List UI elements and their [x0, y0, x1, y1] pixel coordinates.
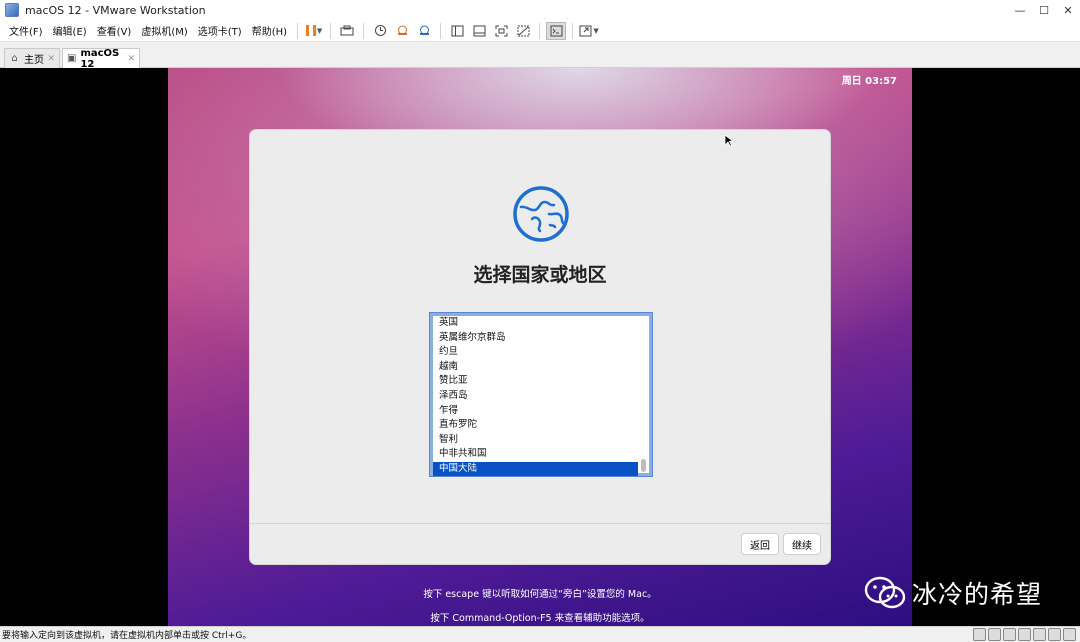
tab-label: macOS 12 — [80, 47, 120, 70]
snapshot-manager-button[interactable] — [414, 22, 434, 40]
toolbar-divider — [572, 22, 574, 39]
sidebar-icon — [451, 25, 464, 36]
close-icon[interactable]: ✕ — [47, 54, 55, 64]
unity-icon — [517, 25, 530, 36]
vm-icon: ▣ — [67, 53, 77, 64]
list-item[interactable]: 约旦 — [433, 345, 649, 360]
thumbnail-view-button[interactable] — [469, 22, 489, 40]
stretch-guest-button[interactable]: ▼ — [579, 22, 599, 40]
revert-snapshot-icon — [397, 25, 407, 35]
list-item[interactable]: 中非共和国 — [433, 447, 649, 462]
tab-macos12[interactable]: ▣ macOS 12 ✕ — [62, 47, 140, 70]
unity-button[interactable] — [513, 22, 533, 40]
chevron-down-icon: ▼ — [593, 26, 599, 35]
macos-setup-screen[interactable]: 周日 03:57 选择国家或地区 英国 英属维尔京群岛 约旦 越南 赞比亚 泽西… — [168, 68, 912, 626]
revert-snapshot-button[interactable] — [392, 22, 412, 40]
list-item[interactable]: 英属维尔京群岛 — [433, 331, 649, 346]
menu-tabs[interactable]: 选项卡(T) — [193, 23, 247, 38]
console-view-button[interactable] — [546, 21, 567, 40]
country-list[interactable]: 英国 英属维尔京群岛 约旦 越南 赞比亚 泽西岛 乍得 直布罗陀 智利 中非共和… — [429, 312, 653, 477]
list-item[interactable]: 乍得 — [433, 404, 649, 419]
pause-icon — [305, 25, 316, 36]
list-item[interactable]: 越南 — [433, 360, 649, 375]
vm-console[interactable]: 周日 03:57 选择国家或地区 英国 英属维尔京群岛 约旦 越南 赞比亚 泽西… — [0, 68, 1080, 626]
list-item[interactable]: 直布罗陀 — [433, 418, 649, 433]
send-ctrl-alt-del-button[interactable] — [337, 22, 357, 40]
close-icon[interactable]: ✕ — [127, 54, 135, 64]
window-titlebar: macOS 12 - VMware Workstation — ☐ ✕ — [0, 0, 1080, 20]
dialog-title: 选择国家或地区 — [473, 264, 607, 286]
toolbar-divider — [363, 22, 365, 39]
home-icon: ⌂ — [11, 53, 18, 64]
hard-disk-icon[interactable] — [973, 628, 986, 641]
tab-bar: ⌂ 主页 ✕ ▣ macOS 12 ✕ — [0, 42, 1080, 70]
stretch-icon — [579, 25, 592, 36]
menu-view[interactable]: 查看(V) — [92, 23, 137, 38]
usb-icon[interactable] — [1018, 628, 1031, 641]
mouse-pointer-icon — [724, 135, 734, 147]
wechat-watermark: 冰冷的希望 — [864, 575, 1042, 611]
globe-icon — [513, 186, 569, 242]
keyboard-icon — [340, 25, 354, 35]
vmware-app-icon — [5, 3, 19, 17]
pause-button[interactable]: ▼ — [304, 22, 324, 40]
menu-edit[interactable]: 编辑(E) — [48, 23, 92, 38]
list-item[interactable]: 赞比亚 — [433, 374, 649, 389]
menu-help[interactable]: 帮助(H) — [247, 23, 292, 38]
window-controls: — ☐ ✕ — [1008, 0, 1080, 20]
snapshot-manager-icon — [419, 25, 429, 35]
thumbnail-bar-icon — [473, 25, 486, 36]
message-log-icon[interactable] — [1063, 628, 1076, 641]
snapshot-button[interactable] — [370, 22, 390, 40]
library-view-button[interactable] — [447, 22, 467, 40]
list-item[interactable]: 英国 — [433, 316, 649, 331]
list-item[interactable]: 智利 — [433, 433, 649, 448]
toolbar-divider — [297, 22, 299, 39]
menu-file[interactable]: 文件(F) — [4, 23, 48, 38]
toolbar-divider — [539, 22, 541, 39]
toolbar-divider — [330, 22, 332, 39]
watermark-text: 冰冷的希望 — [912, 580, 1043, 609]
toolbar-divider — [440, 22, 442, 39]
wechat-logo-icon — [864, 576, 906, 609]
snapshot-clock-icon — [374, 25, 386, 36]
status-text: 要将输入定向到该虚拟机，请在虚拟机内部单击或按 Ctrl+G。 — [2, 631, 252, 641]
scrollbar-thumb[interactable] — [641, 459, 646, 472]
full-screen-button[interactable] — [491, 22, 511, 40]
list-item[interactable]: 泽西岛 — [433, 389, 649, 404]
guest-clock: 周日 03:57 — [841, 76, 897, 87]
close-icon[interactable]: ✕ — [1056, 0, 1080, 20]
continue-button[interactable]: 继续 — [783, 533, 821, 555]
menu-vm[interactable]: 虚拟机(M) — [136, 23, 192, 38]
accessibility-hint: 按下 Command-Option-F5 来查看辅助功能选项。 — [430, 613, 650, 624]
list-item-selected[interactable]: 中国大陆 — [433, 461, 638, 477]
cd-dvd-icon[interactable] — [988, 628, 1001, 641]
back-button[interactable]: 返回 — [741, 533, 779, 555]
display-icon[interactable] — [1048, 628, 1061, 641]
terminal-icon — [550, 25, 563, 36]
maximize-icon[interactable]: ☐ — [1032, 0, 1056, 20]
window-title: macOS 12 - VMware Workstation — [25, 3, 206, 17]
menu-toolbar: 文件(F) 编辑(E) 查看(V) 虚拟机(M) 选项卡(T) 帮助(H) ▼ … — [0, 20, 1080, 42]
full-screen-icon — [495, 25, 508, 36]
sound-card-icon[interactable] — [1033, 628, 1046, 641]
setup-dialog: 选择国家或地区 英国 英属维尔京群岛 约旦 越南 赞比亚 泽西岛 乍得 直布罗陀… — [249, 129, 831, 565]
minimize-icon[interactable]: — — [1008, 0, 1032, 20]
status-bar: 要将输入定向到该虚拟机，请在虚拟机内部单击或按 Ctrl+G。 — [0, 626, 1080, 642]
network-adapter-icon[interactable] — [1003, 628, 1016, 641]
chevron-down-icon: ▼ — [316, 26, 323, 35]
tab-label: 主页 — [24, 55, 44, 66]
voiceover-hint: 按下 escape 键以听取如何通过“旁白”设置您的 Mac。 — [423, 589, 657, 600]
dialog-divider — [250, 523, 830, 524]
device-status-icons — [971, 628, 1076, 641]
tab-home[interactable]: ⌂ 主页 ✕ — [4, 48, 60, 68]
